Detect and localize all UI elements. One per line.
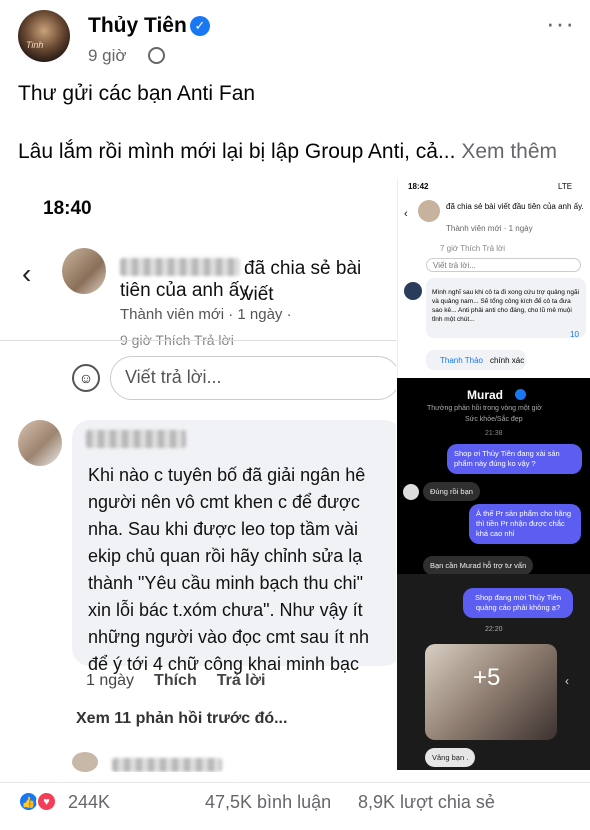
commenter-avatar (18, 420, 62, 466)
author-name[interactable]: Thủy Tiên (88, 14, 187, 38)
globe-icon (148, 47, 165, 64)
reaction-count[interactable]: 244K (68, 792, 110, 813)
panel-status: LTE (558, 182, 573, 191)
photo-panel-reply: Vâng bạn . (425, 748, 476, 767)
post-body-text: Lâu lắm rồi mình mới lại bị lập Group An… (18, 140, 456, 163)
screenshot-panel-messenger[interactable]: Murad Thường phản hồi trong vòng một giờ… (397, 378, 590, 574)
share-icon: ‹ (565, 674, 569, 688)
comment-text: Khi nào c tuyên bố đã giải ngân hê người… (88, 465, 370, 674)
verified-badge-icon: ✓ (190, 16, 210, 36)
heart-reaction-icon[interactable]: ♥ (36, 791, 57, 812)
messenger-verified-icon (515, 389, 526, 400)
shared-text-2: tiên của anh ấy. (120, 280, 253, 301)
author-avatar[interactable]: Tinh (18, 10, 70, 62)
phone-clock: 18:40 (43, 198, 92, 219)
back-arrow-icon: ‹ (22, 258, 32, 289)
comment-actions: 1 ngày Thích Trả lời (86, 672, 285, 690)
panel-avatar (418, 200, 440, 222)
panel-reply-text-2: chính xác (490, 356, 525, 365)
avatar-caption: Tinh (26, 40, 44, 50)
messenger-category: Sức khỏe/Sắc đẹp (465, 416, 523, 423)
message-incoming-1: Đúng rồi bạn (423, 482, 480, 501)
blurred-avatar (62, 248, 106, 294)
reply-avatar (72, 752, 98, 772)
photo-overlay-count: +5 (473, 664, 501, 691)
photo-panel-time: 22:20 (485, 626, 503, 633)
messenger-time: 21:38 (485, 430, 503, 437)
screenshot-main[interactable]: 18:40 ‹ đã chia sẻ bài viết tiên của anh… (0, 180, 396, 772)
reply-link: Trả lời (216, 672, 266, 689)
comment-count[interactable]: 47,5K bình luận (205, 792, 331, 813)
panel-back-icon: ‹ (404, 208, 408, 220)
see-more-link[interactable]: Xem thêm (461, 140, 557, 163)
comment-time: 1 ngày (86, 672, 135, 689)
post-time[interactable]: 9 giờ (88, 46, 127, 66)
panel-comment: Mình nghĩ sau khi cô ta đi xong cứu trợ … (432, 289, 580, 323)
screenshot-panel-top[interactable]: 18:42 LTE ‹ đã chia sẻ bài viết đầu tiên… (397, 178, 590, 378)
panel-commenter-avatar (404, 282, 422, 300)
blurred-name (120, 258, 240, 276)
photo-panel-message: Shop đang mời Thủy Tiên quảng cáo phải k… (463, 588, 573, 618)
share-count[interactable]: 8,9K lượt chia sẻ (358, 792, 495, 813)
message-incoming-2: Bạn cần Murad hỗ trợ tư vấn (423, 556, 534, 574)
blurred-reply-name (112, 758, 222, 772)
screenshot-panel-photo[interactable]: Shop đang mời Thủy Tiên quảng cáo phải k… (397, 574, 590, 770)
message-outgoing-1: Shop ơi Thủy Tiên đang xài sản phẩm này … (447, 444, 582, 474)
messenger-page-name: Murad (467, 388, 503, 402)
member-badge: Thành viên mới · 1 ngày · (120, 306, 292, 323)
messenger-subtitle: Thường phản hồi trong vòng một giờ (427, 405, 542, 412)
panel-reaction-count: 10 (570, 330, 579, 339)
previous-replies-link: Xem 11 phản hồi trước đó... (76, 710, 288, 727)
messenger-avatar (403, 484, 419, 500)
reply-input: Viết trả lời... (110, 356, 396, 400)
panel-reply-text: Viết trả lời... (433, 261, 476, 270)
panel-shared: đã chia sẻ bài viết đầu tiên của anh ấy. (446, 202, 584, 211)
panel-clock: 18:42 (408, 182, 429, 191)
panel-member: Thành viên mới · 1 ngày (446, 224, 533, 233)
panel-reply-input: Viết trả lời... (426, 258, 581, 272)
like-link: Thích (154, 672, 197, 689)
message-outgoing-2: À thế Pr sản phẩm cho hãng thì tiền Pr n… (469, 504, 581, 544)
panel-reply-name: Thanh Thảo (440, 356, 483, 365)
photo-thumbnail (425, 644, 557, 740)
divider (0, 340, 396, 341)
post-title-line: Thư gửi các bạn Anti Fan (18, 82, 256, 105)
shared-text: đã chia sẻ bài viết (244, 258, 362, 305)
blurred-commenter-name (86, 430, 186, 448)
more-options-icon[interactable]: ··· (546, 8, 575, 39)
sticker-icon: ☺ (72, 364, 100, 392)
panel-actions: 7 giờ Thích Trả lời (440, 244, 506, 253)
post-body-line: Lâu lắm rồi mình mới lại bị lập Group An… (18, 140, 557, 164)
